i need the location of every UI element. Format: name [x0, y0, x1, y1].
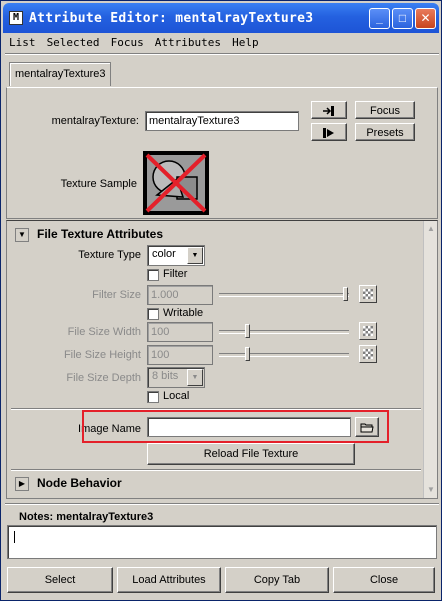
slider-thumb[interactable] — [245, 324, 250, 338]
file-texture-section-header[interactable]: ▼ File Texture Attributes — [9, 224, 423, 246]
checker-map-icon — [363, 349, 373, 359]
vertical-scrollbar[interactable]: ▲ ▼ — [423, 221, 437, 498]
node-name-field[interactable]: mentalrayTexture3 — [145, 111, 299, 131]
file-size-height-field[interactable]: 100 — [147, 345, 213, 365]
load-attributes-button[interactable]: Load Attributes — [117, 567, 221, 593]
window-title: Attribute Editor: mentalrayTexture3 — [29, 11, 314, 26]
local-label: Local — [163, 390, 190, 402]
texture-type-value: color — [152, 248, 176, 260]
notes-textarea[interactable] — [7, 525, 437, 559]
checker-map-icon — [363, 289, 373, 299]
node-behavior-section-title: Node Behavior — [37, 476, 122, 490]
text-cursor — [14, 531, 15, 543]
filter-size-field[interactable]: 1.000 — [147, 285, 213, 305]
slider-track — [219, 293, 349, 297]
local-checkbox[interactable] — [147, 391, 159, 403]
file-size-width-field[interactable]: 100 — [147, 322, 213, 342]
output-connection-button[interactable] — [311, 123, 347, 141]
presets-button[interactable]: Presets — [355, 123, 415, 141]
slider-track — [219, 353, 349, 357]
writable-label: Writable — [163, 307, 204, 319]
filter-size-slider[interactable] — [219, 287, 349, 301]
output-arrow-icon — [323, 128, 334, 138]
notes-label: Notes: mentalrayTexture3 — [19, 511, 154, 523]
file-size-width-map-button[interactable] — [359, 322, 377, 340]
filter-label: Filter — [163, 268, 188, 280]
menu-help[interactable]: Help — [228, 34, 263, 52]
file-size-depth-dropdown[interactable]: 8 bits ▼ — [147, 367, 205, 388]
filter-size-map-button[interactable] — [359, 285, 377, 303]
attribute-editor-window: M Attribute Editor: mentalrayTexture3 _ … — [0, 0, 442, 601]
file-size-depth-label: File Size Depth — [66, 372, 141, 384]
chevron-down-icon: ▼ — [187, 247, 203, 264]
minimize-button[interactable]: _ — [369, 8, 390, 29]
file-size-height-label: File Size Height — [63, 349, 141, 361]
close-button[interactable]: Close — [333, 567, 435, 593]
maya-app-icon: M — [9, 11, 23, 25]
copy-tab-button[interactable]: Copy Tab — [225, 567, 329, 593]
slider-thumb[interactable] — [343, 287, 348, 301]
menu-attributes[interactable]: Attributes — [151, 34, 225, 52]
menubar-divider — [5, 53, 439, 55]
texture-type-label: Texture Type — [78, 249, 141, 261]
notes-divider — [5, 503, 439, 505]
texture-type-dropdown[interactable]: color ▼ — [147, 245, 205, 266]
file-texture-section-title: File Texture Attributes — [37, 227, 164, 241]
collapse-arrow-icon[interactable]: ▼ — [15, 228, 29, 242]
filter-checkbox[interactable] — [147, 269, 159, 281]
file-size-width-label: File Size Width — [67, 326, 141, 338]
filter-size-label: Filter Size — [92, 289, 141, 301]
node-type-label: mentalrayTexture: — [51, 115, 139, 127]
file-size-height-slider[interactable] — [219, 347, 349, 361]
node-header-panel: mentalrayTexture: mentalrayTexture3 Focu… — [6, 87, 438, 219]
maximize-button[interactable]: □ — [392, 8, 413, 29]
title-bar[interactable]: M Attribute Editor: mentalrayTexture3 _ … — [3, 3, 439, 33]
attributes-scroll-area[interactable]: ▼ File Texture Attributes Texture Type c… — [6, 220, 438, 499]
slider-track — [219, 330, 349, 334]
file-size-depth-value: 8 bits — [152, 370, 179, 382]
tab-mentalraytexture3[interactable]: mentalrayTexture3 — [9, 62, 111, 86]
slider-thumb[interactable] — [245, 347, 250, 361]
input-arrow-icon — [323, 106, 334, 116]
scroll-down-icon[interactable]: ▼ — [425, 484, 437, 496]
scroll-up-icon[interactable]: ▲ — [425, 223, 437, 235]
checker-map-icon — [363, 326, 373, 336]
focus-button[interactable]: Focus — [355, 101, 415, 119]
input-connection-button[interactable] — [311, 101, 347, 119]
writable-checkbox[interactable] — [147, 308, 159, 320]
menu-focus[interactable]: Focus — [107, 34, 148, 52]
reload-file-texture-button[interactable]: Reload File Texture — [147, 443, 355, 465]
select-button[interactable]: Select — [7, 567, 113, 593]
texture-sample-label: Texture Sample — [60, 178, 137, 190]
texture-sample-swatch[interactable] — [143, 151, 209, 215]
menu-list[interactable]: List — [5, 34, 40, 52]
chevron-down-icon: ▼ — [187, 369, 203, 386]
close-window-button[interactable]: ✕ — [415, 8, 436, 29]
file-size-height-map-button[interactable] — [359, 345, 377, 363]
no-texture-swatch-icon — [145, 153, 207, 213]
expand-arrow-icon[interactable]: ▶ — [15, 477, 29, 491]
section-separator — [11, 469, 421, 471]
image-name-highlight-box — [82, 410, 389, 443]
file-size-width-slider[interactable] — [219, 324, 349, 338]
menu-selected[interactable]: Selected — [43, 34, 104, 52]
node-behavior-section-header[interactable]: ▶ Node Behavior — [9, 473, 423, 495]
menu-bar: List Selected Focus Attributes Help — [5, 34, 439, 52]
